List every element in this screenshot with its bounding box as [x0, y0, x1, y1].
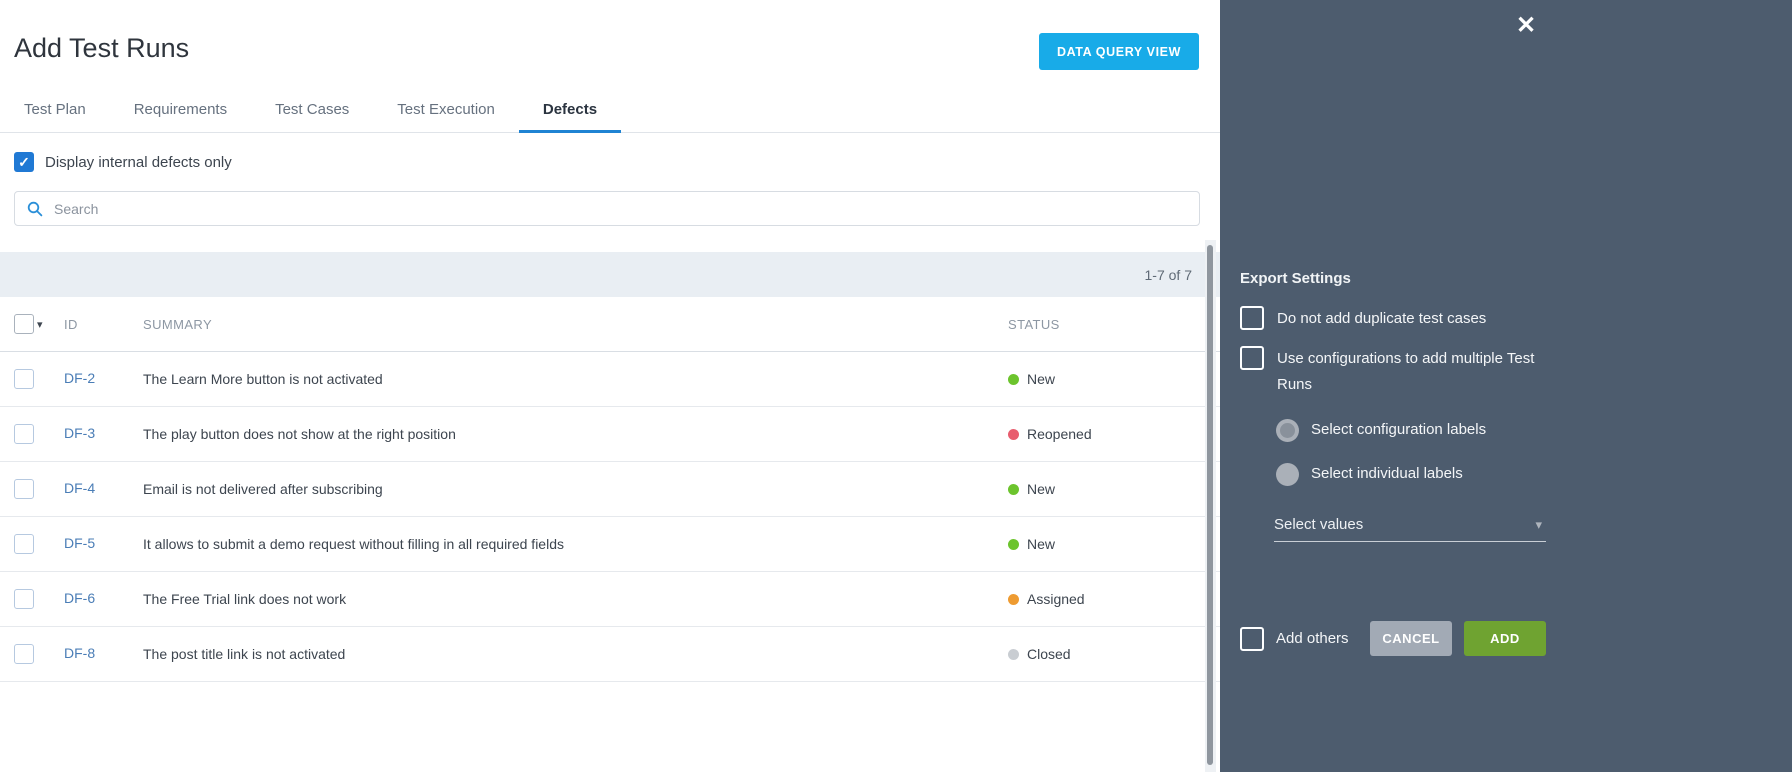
select-values-dropdown[interactable]: Select values ▾	[1274, 508, 1546, 542]
defect-summary: It allows to submit a demo request witho…	[143, 536, 1008, 552]
cancel-button[interactable]: CANCEL	[1370, 621, 1452, 656]
tab-requirements[interactable]: Requirements	[110, 88, 251, 132]
defect-summary: The Free Trial link does not work	[143, 591, 1008, 607]
status-dot	[1008, 374, 1019, 385]
tab-defects[interactable]: Defects	[519, 88, 621, 132]
column-header-status[interactable]: STATUS	[1008, 317, 1220, 332]
defect-summary: The post title link is not activated	[143, 646, 1008, 662]
chevron-down-icon: ▾	[1535, 517, 1546, 533]
column-header-summary[interactable]: SUMMARY	[143, 317, 1008, 332]
select-configuration-labels-option: Select configuration labels	[1276, 417, 1486, 443]
scrollbar[interactable]	[1205, 240, 1216, 772]
status-label: New	[1027, 536, 1055, 552]
table-row: DF-2 The Learn More button is not activa…	[0, 352, 1220, 407]
tab-test-cases[interactable]: Test Cases	[251, 88, 373, 132]
defect-summary: The Learn More button is not activated	[143, 371, 1008, 387]
panel-footer: Add others CANCEL ADD	[1240, 621, 1546, 656]
add-button[interactable]: ADD	[1464, 621, 1546, 656]
internal-defects-filter: ✓ Display internal defects only	[14, 152, 232, 172]
use-configurations-option: Use configurations to add multiple Test …	[1240, 346, 1542, 398]
status-dot	[1008, 539, 1019, 550]
use-configurations-checkbox[interactable]	[1240, 346, 1264, 370]
table-row: DF-4 Email is not delivered after subscr…	[0, 462, 1220, 517]
page-title: Add Test Runs	[14, 33, 189, 64]
no-duplicates-label: Do not add duplicate test cases	[1277, 306, 1486, 332]
tab-test-plan[interactable]: Test Plan	[0, 88, 110, 132]
tab-bar: Test Plan Requirements Test Cases Test E…	[0, 88, 1220, 133]
row-checkbox[interactable]	[14, 424, 34, 444]
add-others-label: Add others	[1276, 626, 1349, 652]
defect-id-link[interactable]: DF-6	[64, 590, 95, 606]
no-duplicates-option: Do not add duplicate test cases	[1240, 306, 1486, 332]
search-icon	[27, 201, 43, 217]
defect-status: Assigned	[1008, 591, 1220, 607]
defects-table-body: DF-2 The Learn More button is not activa…	[0, 352, 1220, 682]
defect-status: New	[1008, 481, 1220, 497]
defect-id-link[interactable]: DF-2	[64, 370, 95, 386]
column-header-id[interactable]: ID	[64, 317, 143, 332]
select-all-checkbox[interactable]	[14, 314, 34, 334]
select-all-caret-icon[interactable]: ▾	[37, 318, 43, 331]
table-row: DF-5 It allows to submit a demo request …	[0, 517, 1220, 572]
search-box[interactable]	[14, 191, 1200, 226]
select-individual-labels-option: Select individual labels	[1276, 461, 1463, 487]
display-internal-label: Display internal defects only	[45, 154, 232, 171]
table-toolbar: 1-7 of 7	[0, 252, 1220, 297]
export-settings-panel: ✕ Export Settings Do not add duplicate t…	[1220, 0, 1792, 772]
close-icon[interactable]: ✕	[1516, 14, 1536, 38]
defect-id-link[interactable]: DF-3	[64, 425, 95, 441]
select-individual-labels-radio[interactable]	[1276, 463, 1299, 486]
table-row: DF-3 The play button does not show at th…	[0, 407, 1220, 462]
export-settings-title: Export Settings	[1240, 270, 1351, 287]
defect-status: Reopened	[1008, 426, 1220, 442]
status-label: New	[1027, 481, 1055, 497]
search-input[interactable]	[52, 200, 1187, 218]
row-checkbox[interactable]	[14, 369, 34, 389]
status-dot	[1008, 649, 1019, 660]
status-label: New	[1027, 371, 1055, 387]
defect-id-link[interactable]: DF-5	[64, 535, 95, 551]
status-dot	[1008, 484, 1019, 495]
add-test-runs-screen: Add Test Runs DATA QUERY VIEW Test Plan …	[0, 0, 1792, 772]
status-label: Reopened	[1027, 426, 1092, 442]
defect-summary: Email is not delivered after subscribing	[143, 481, 1008, 497]
display-internal-checkbox[interactable]: ✓	[14, 152, 34, 172]
table-row: DF-8 The post title link is not activate…	[0, 627, 1220, 682]
select-individual-labels-label: Select individual labels	[1311, 461, 1463, 487]
add-others-checkbox[interactable]	[1240, 627, 1264, 651]
no-duplicates-checkbox[interactable]	[1240, 306, 1264, 330]
scrollbar-thumb[interactable]	[1207, 245, 1213, 765]
table-header: ▾ ID SUMMARY STATUS	[0, 297, 1220, 352]
row-checkbox[interactable]	[14, 479, 34, 499]
data-query-view-button[interactable]: DATA QUERY VIEW	[1039, 33, 1199, 70]
check-icon: ✓	[18, 154, 30, 171]
select-configuration-labels-radio[interactable]	[1276, 419, 1299, 442]
defect-status: Closed	[1008, 646, 1220, 662]
select-values-label: Select values	[1274, 516, 1363, 533]
defect-id-link[interactable]: DF-4	[64, 480, 95, 496]
status-label: Closed	[1027, 646, 1071, 662]
defect-id-link[interactable]: DF-8	[64, 645, 95, 661]
status-dot	[1008, 429, 1019, 440]
defect-status: New	[1008, 536, 1220, 552]
add-test-runs-dialog: Add Test Runs DATA QUERY VIEW Test Plan …	[0, 0, 1220, 772]
use-configurations-label: Use configurations to add multiple Test …	[1277, 346, 1542, 398]
defect-summary: The play button does not show at the rig…	[143, 426, 1008, 442]
table-row: DF-6 The Free Trial link does not work A…	[0, 572, 1220, 627]
row-checkbox[interactable]	[14, 644, 34, 664]
tab-test-execution[interactable]: Test Execution	[373, 88, 519, 132]
defect-status: New	[1008, 371, 1220, 387]
row-checkbox[interactable]	[14, 534, 34, 554]
status-dot	[1008, 594, 1019, 605]
status-label: Assigned	[1027, 591, 1085, 607]
result-count: 1-7 of 7	[1145, 267, 1192, 283]
row-checkbox[interactable]	[14, 589, 34, 609]
select-configuration-labels-label: Select configuration labels	[1311, 417, 1486, 443]
